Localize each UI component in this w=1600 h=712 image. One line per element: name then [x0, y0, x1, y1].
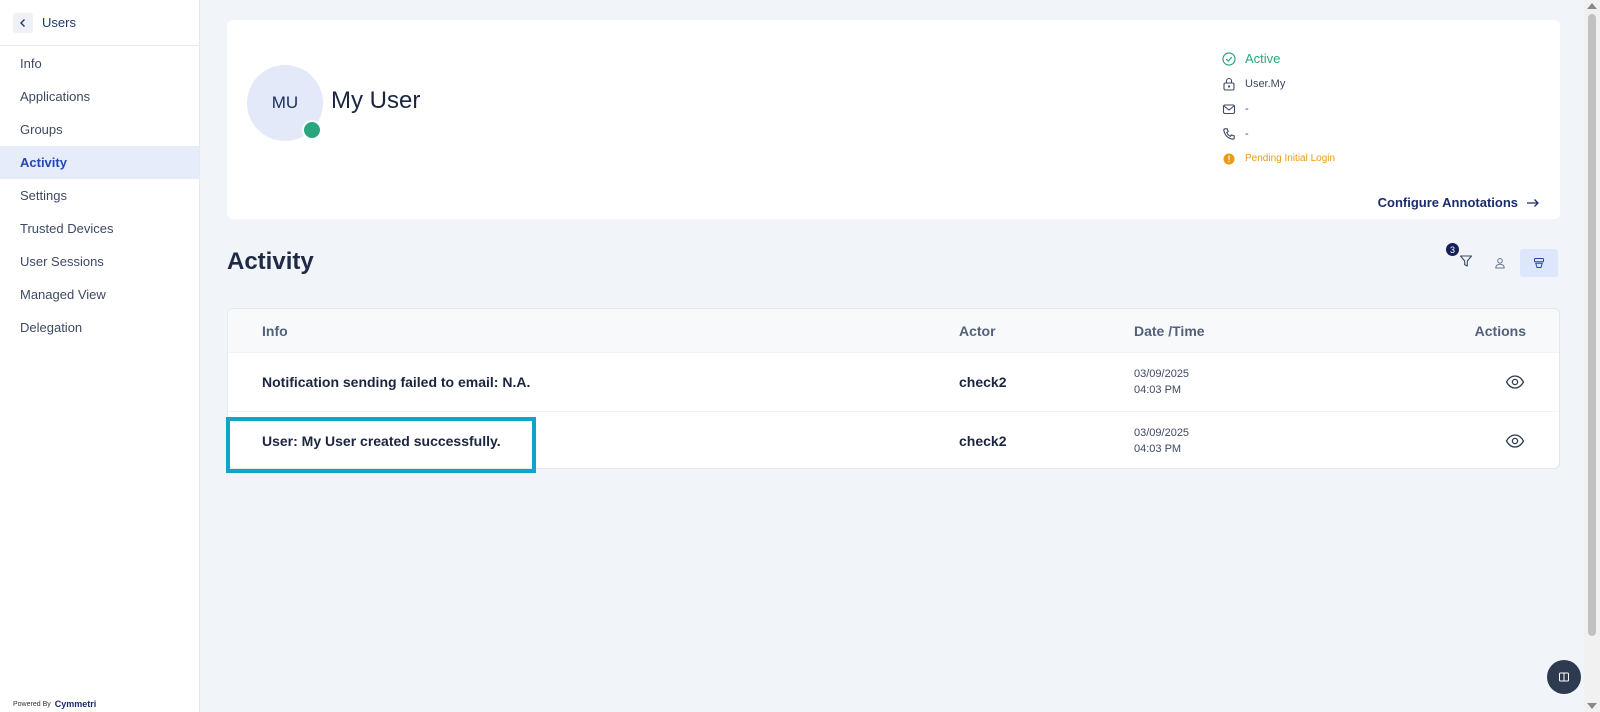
row-info: Notification sending failed to email: N.… — [262, 374, 531, 390]
back-to-users[interactable]: Users — [0, 0, 199, 46]
sidebar-item-managed-view[interactable]: Managed View — [0, 278, 199, 311]
sidebar-item-delegation[interactable]: Delegation — [0, 311, 199, 344]
sidebar-item-settings[interactable]: Settings — [0, 179, 199, 212]
column-header-datetime: Date /Time — [1134, 322, 1205, 339]
profile-card: MU My User Active User.My - - Pending In… — [227, 20, 1560, 219]
filter-icon — [1459, 255, 1473, 267]
column-header-actor: Actor — [959, 322, 996, 339]
status-text: Active — [1245, 51, 1281, 66]
email-text: - — [1245, 102, 1249, 115]
powered-by-label: Powered By — [13, 700, 51, 708]
username-text: User.My — [1245, 77, 1286, 90]
check-circle-icon — [1222, 51, 1236, 66]
row-time: 04:03 PM — [1134, 443, 1182, 455]
mail-icon — [1222, 102, 1236, 116]
book-icon — [1559, 672, 1569, 682]
login-state-row: Pending Initial Login — [1222, 146, 1335, 171]
server-icon — [1534, 258, 1544, 268]
email-row: - — [1222, 96, 1335, 121]
user-icon — [1495, 258, 1505, 269]
info-alert-icon — [1222, 152, 1236, 166]
page-scrollbar[interactable] — [1584, 0, 1600, 712]
back-button[interactable] — [13, 12, 33, 33]
row-time: 04:03 PM — [1134, 384, 1182, 396]
sidebar: Users Info Applications Groups Activity … — [0, 0, 200, 712]
chevron-left-icon — [20, 18, 25, 27]
phone-icon — [1222, 127, 1236, 141]
online-status-dot — [302, 120, 322, 140]
row-datetime: 03/09/2025 04:03 PM — [1134, 425, 1189, 457]
user-meta: Active User.My - - Pending Initial Login — [1222, 46, 1335, 171]
help-button[interactable] — [1547, 660, 1581, 694]
phone-row: - — [1222, 121, 1335, 146]
system-view-toggle[interactable] — [1520, 249, 1558, 277]
sidebar-item-groups[interactable]: Groups — [0, 113, 199, 146]
page-title: Activity — [227, 248, 314, 275]
scroll-down-arrow[interactable] — [1587, 703, 1597, 709]
view-details-button[interactable] — [1504, 430, 1526, 452]
row-date: 03/09/2025 — [1134, 368, 1190, 380]
status-row: Active — [1222, 46, 1335, 71]
eye-icon — [1505, 434, 1525, 448]
arrow-right-icon — [1527, 198, 1539, 207]
configure-annotations-link[interactable]: Configure Annotations — [1378, 195, 1540, 210]
eye-icon — [1505, 375, 1525, 389]
view-details-button[interactable] — [1504, 371, 1526, 393]
configure-annotations-label[interactable]: Configure Annotations — [1378, 195, 1518, 210]
scroll-thumb[interactable] — [1588, 14, 1596, 636]
highlight-box — [226, 417, 536, 473]
column-header-info: Info — [262, 322, 288, 339]
filter-button[interactable] — [1455, 250, 1477, 272]
phone-text: - — [1245, 127, 1249, 140]
brand-logo: Cymmetri — [54, 699, 97, 709]
table-row: Notification sending failed to email: N.… — [228, 352, 1559, 411]
column-header-actions: Actions — [1474, 322, 1526, 339]
sidebar-nav: Info Applications Groups Activity Settin… — [0, 46, 199, 344]
sidebar-item-info[interactable]: Info — [0, 47, 199, 80]
sidebar-item-trusted-devices[interactable]: Trusted Devices — [0, 212, 199, 245]
sidebar-item-user-sessions[interactable]: User Sessions — [0, 245, 199, 278]
scroll-up-arrow[interactable] — [1587, 3, 1597, 9]
table-header: Info Actor Date /Time Actions — [228, 309, 1559, 352]
username-row: User.My — [1222, 71, 1335, 96]
row-datetime: 03/09/2025 04:03 PM — [1134, 366, 1189, 398]
user-name: My User — [331, 87, 421, 114]
user-view-toggle[interactable] — [1482, 249, 1518, 277]
row-actor: check2 — [959, 374, 1007, 390]
sidebar-item-applications[interactable]: Applications — [0, 80, 199, 113]
powered-by: Powered By Cymmetri — [13, 699, 96, 709]
back-label[interactable]: Users — [42, 15, 76, 30]
avatar-initials: MU — [271, 93, 299, 112]
row-actor: check2 — [959, 433, 1007, 449]
lock-user-icon — [1222, 77, 1236, 91]
sidebar-item-activity[interactable]: Activity — [0, 146, 199, 179]
filter-count-badge: 3 — [1446, 243, 1459, 256]
login-state-text: Pending Initial Login — [1245, 153, 1336, 164]
row-date: 03/09/2025 — [1134, 427, 1190, 439]
